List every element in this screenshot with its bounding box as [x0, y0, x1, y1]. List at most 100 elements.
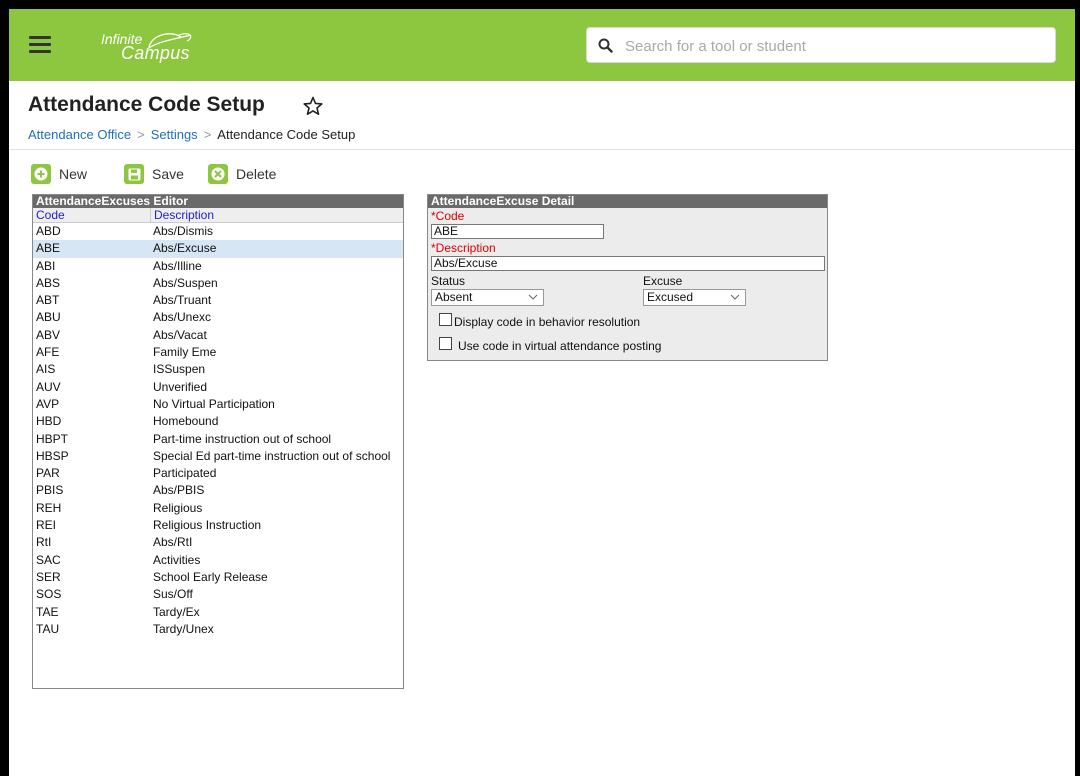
top-bar: Infinite Campus [9, 9, 1075, 81]
breadcrumb-current: Attendance Code Setup [217, 127, 356, 142]
breadcrumb-attendance-office[interactable]: Attendance Office [28, 127, 131, 142]
list-item[interactable]: AVP No Virtual Participation [33, 396, 403, 413]
column-header-description[interactable]: Description [150, 208, 254, 222]
favorite-star-icon[interactable] [303, 96, 323, 116]
list-item-description: Activities [153, 552, 201, 567]
breadcrumb-settings[interactable]: Settings [151, 127, 198, 142]
list-item-description: Religious [153, 500, 203, 515]
list-item-code: ABS [36, 275, 61, 290]
detail-title: AttendanceExcuse Detail [428, 195, 827, 208]
list-item-description: No Virtual Participation [153, 396, 275, 411]
list-item-code: ABD [36, 224, 61, 238]
list-item[interactable]: TAU Tardy/Unex [33, 621, 403, 638]
search-box [586, 27, 1056, 63]
description-field[interactable]: Abs/Excuse [431, 256, 825, 271]
delete-label: Delete [236, 166, 277, 182]
close-circle-icon [208, 164, 228, 184]
list-item[interactable]: RtI Abs/RtI [33, 534, 403, 551]
list-item[interactable]: HBPT Part-time instruction out of school [33, 431, 403, 448]
list-item-code: SOS [36, 587, 62, 602]
list-item[interactable]: SOS Sus/Off [33, 586, 403, 603]
list-item-description: Religious Instruction [153, 518, 262, 533]
list-item[interactable]: TAE Tardy/Ex [33, 604, 403, 621]
behavior-resolution-checkbox[interactable] [439, 313, 452, 326]
list-item[interactable]: PAR Participated [33, 465, 403, 482]
list-item-code: SAC [36, 552, 61, 567]
list-item[interactable]: PBIS Abs/PBIS [33, 482, 403, 499]
hamburger-menu-icon[interactable] [29, 36, 51, 54]
list-item[interactable]: ABV Abs/Vacat [33, 327, 403, 344]
status-select[interactable]: Absent [431, 289, 544, 306]
list-item-code: ABT [36, 293, 60, 308]
list-item[interactable]: SAC Activities [33, 552, 403, 569]
list-item-description: School Early Release [153, 569, 268, 584]
delete-button[interactable]: Delete [208, 162, 276, 186]
excuse-selected-value: Excused [647, 290, 694, 304]
list-item-code: PAR [36, 466, 60, 481]
list-item-code: REI [36, 518, 57, 533]
excuse-select[interactable]: Excused [643, 289, 746, 306]
app-window: Infinite Campus Attendance Code Setup At… [9, 9, 1075, 776]
code-field[interactable]: ABE [431, 224, 604, 239]
list-item-description: Sus/Off [153, 587, 193, 602]
list-item[interactable]: REI Religious Instruction [33, 517, 403, 534]
breadcrumb-separator-icon: > [137, 127, 145, 142]
column-header-code[interactable]: Code [36, 208, 65, 222]
list-item-description: Abs/Suspen [153, 275, 218, 290]
status-selected-value: Absent [435, 290, 473, 304]
save-label: Save [152, 166, 184, 182]
search-input[interactable] [623, 33, 1047, 59]
list-item-description: Abs/Dismis [153, 224, 214, 238]
list-item-code: AFE [36, 345, 60, 360]
list-item-code: ABV [36, 327, 61, 342]
list-item-description: Abs/Excuse [153, 241, 217, 256]
list-item[interactable]: ABD Abs/Dismis [33, 223, 403, 240]
list-item[interactable]: ABS Abs/Suspen [33, 275, 403, 292]
attendance-excuses-editor: AttendanceExcuses Editor Code Descriptio… [32, 194, 404, 689]
list-item[interactable]: SER School Early Release [33, 569, 403, 586]
list-item-description: Abs/Illine [153, 258, 202, 273]
list-item-description: Family Eme [153, 345, 217, 360]
list-item[interactable]: HBSP Special Ed part-time instruction out… [33, 448, 403, 465]
list-item[interactable]: AFE Family Eme [33, 344, 403, 361]
list-item-code: TAE [36, 604, 59, 619]
list-item-description: Abs/Unexc [153, 310, 212, 325]
code-list: ABD Abs/Dismis ABE Abs/Excuse ABI Abs/Illine A… [33, 223, 403, 638]
search-icon [598, 38, 613, 53]
list-item-code: HBD [36, 414, 62, 429]
list-item[interactable]: AIS ISSuspen [33, 361, 403, 378]
page-title: Attendance Code Setup [28, 93, 265, 116]
list-item-code: PBIS [36, 483, 64, 498]
list-item-description: ISSuspen [153, 362, 206, 377]
save-button[interactable]: Save [124, 162, 184, 186]
virtual-attendance-checkbox[interactable] [439, 337, 452, 350]
list-item[interactable]: ABU Abs/Unexc [33, 309, 403, 326]
list-item-description: Abs/Truant [153, 293, 212, 308]
list-item[interactable]: ABE Abs/Excuse [33, 240, 403, 258]
list-item-description: Abs/PBIS [153, 483, 205, 498]
list-item[interactable]: REH Religious [33, 500, 403, 517]
infinite-campus-logo[interactable]: Infinite Campus [101, 29, 211, 69]
list-item[interactable]: AUV Unverified [33, 379, 403, 396]
list-item-description: Special Ed part-time instruction out of … [153, 448, 391, 463]
list-item-code: AIS [36, 362, 56, 377]
list-item[interactable]: ABT Abs/Truant [33, 292, 403, 309]
list-item-code: HBPT [36, 431, 69, 446]
list-item-code: ABE [36, 241, 61, 256]
editor-title: AttendanceExcuses Editor [33, 195, 403, 208]
status-label: Status [431, 274, 466, 288]
list-item-description: Tardy/Ex [153, 604, 200, 619]
list-item-description: Tardy/Unex [153, 621, 214, 636]
plus-circle-icon [31, 164, 51, 184]
list-item-code: TAU [36, 621, 60, 636]
list-item-code: REH [36, 500, 62, 515]
list-item-code: ABI [36, 258, 56, 273]
chevron-down-icon [730, 294, 740, 300]
list-item[interactable]: ABI Abs/Illine [33, 258, 403, 275]
list-item-description: Unverified [153, 379, 208, 394]
code-label: *Code [431, 209, 465, 223]
list-item-description: Abs/Vacat [153, 327, 207, 342]
behavior-resolution-label: Display code in behavior resolution [454, 315, 641, 329]
new-button[interactable]: New [31, 162, 87, 186]
list-item[interactable]: HBD Homebound [33, 413, 403, 430]
